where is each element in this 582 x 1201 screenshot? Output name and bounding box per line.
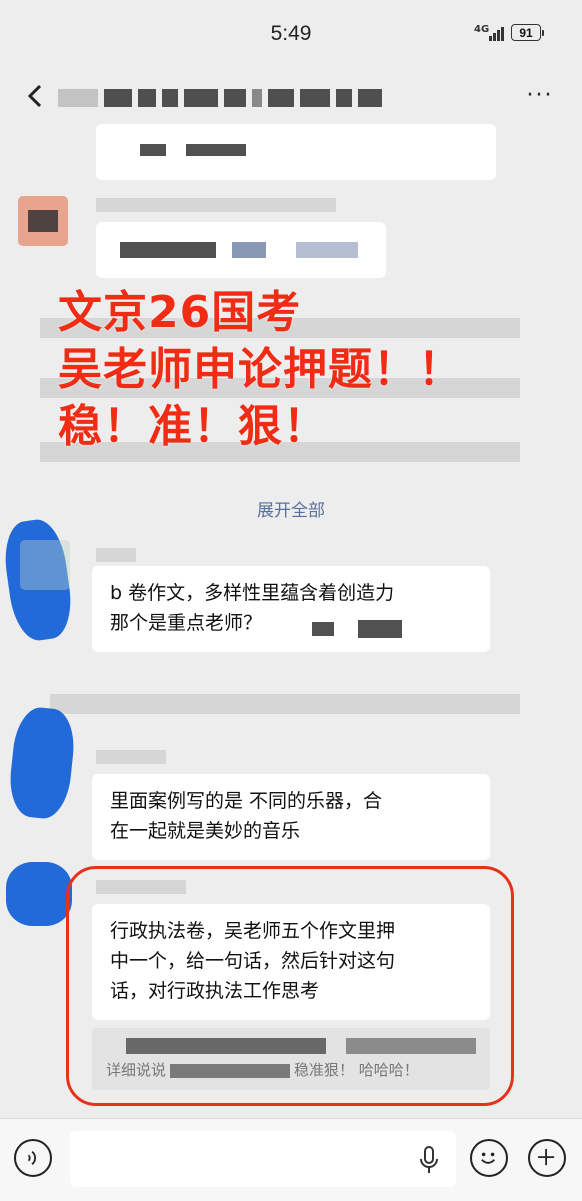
promo-overlay-text: 文京26国考 吴老师申论押题！！ 稳！准！狠！: [58, 284, 463, 455]
message-bubble[interactable]: b 卷作文，多样性里蕴含着创造力 那个是重点老师？: [92, 566, 490, 652]
redacted-block: [140, 144, 166, 156]
plus-icon[interactable]: [528, 1139, 566, 1177]
signal-icon: [489, 25, 509, 41]
back-icon[interactable]: [22, 82, 50, 110]
network-type: 4G: [474, 24, 490, 35]
avatar-scribble: [6, 705, 78, 821]
status-bar: 5:49 4G 91: [0, 0, 582, 62]
avatar-scribble: [6, 862, 72, 926]
message-text: 在一起就是美妙的音乐: [110, 820, 301, 842]
chat-title-redacted: [58, 86, 458, 110]
promo-line-2: 吴老师申论押题！！: [58, 344, 463, 395]
redacted-block: [232, 242, 266, 258]
message-text: 那个是重点老师？: [110, 612, 263, 634]
voice-icon[interactable]: [14, 1139, 52, 1177]
redacted-block: [312, 622, 334, 636]
redacted-block: [358, 620, 402, 638]
redacted-block: [186, 144, 246, 156]
avatar-detail: [28, 210, 58, 232]
mic-icon[interactable]: [418, 1145, 440, 1175]
message-bubble[interactable]: 里面案例写的是 不同的乐器，合 在一起就是美妙的音乐: [92, 774, 490, 860]
input-bar: [0, 1118, 582, 1201]
highlight-outline: [66, 866, 514, 1106]
promo-line-3: 稳！准！狠！: [58, 401, 328, 452]
redacted-name: [96, 548, 136, 562]
more-icon[interactable]: ···: [522, 84, 558, 108]
redacted-block: [296, 242, 358, 258]
promo-line-1: 文京26国考: [58, 287, 302, 338]
emoji-icon[interactable]: [470, 1139, 508, 1177]
avatar[interactable]: [20, 540, 70, 590]
redacted-block: [120, 242, 216, 258]
battery-level: 91: [519, 26, 533, 40]
message-text: 里面案例写的是 不同的乐器，合: [110, 790, 383, 812]
message-text: b 卷作文，多样性里蕴含着创造力: [110, 582, 395, 604]
battery-icon: 91: [511, 24, 544, 41]
redacted-name: [96, 198, 336, 212]
expand-all-link[interactable]: 展开全部: [0, 496, 582, 521]
redacted-reply: [50, 694, 520, 714]
redacted-name: [96, 750, 166, 764]
message-input[interactable]: [70, 1131, 456, 1187]
